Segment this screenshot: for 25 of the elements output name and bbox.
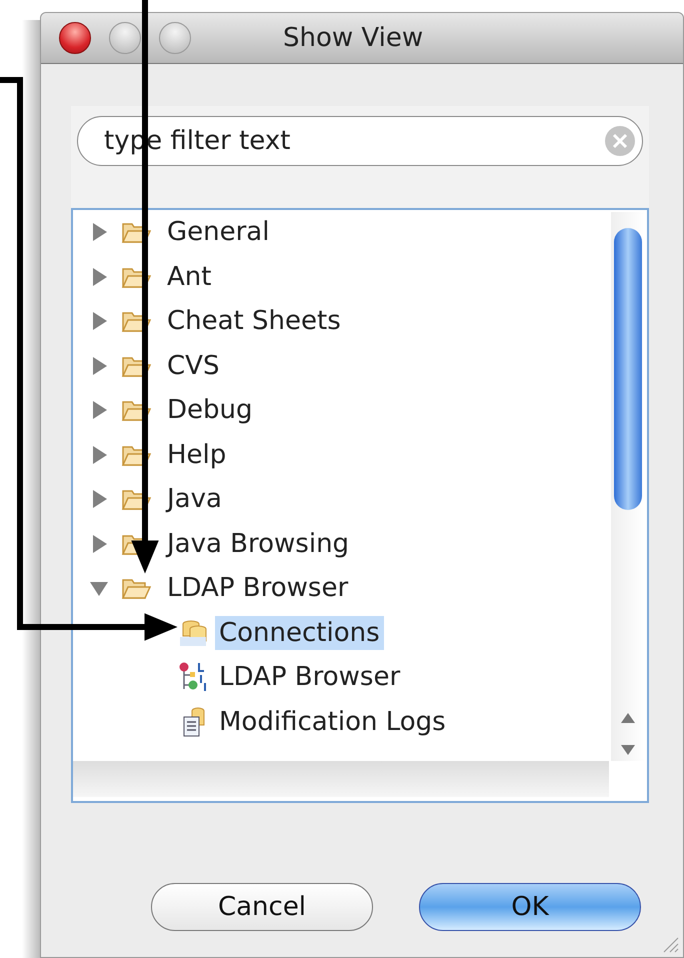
window-title: Show View	[283, 23, 424, 53]
cancel-button[interactable]: Cancel	[151, 883, 373, 931]
scroll-down-icon[interactable]	[621, 745, 635, 755]
tree-item[interactable]: General	[163, 215, 274, 250]
tree-item[interactable]: CVS	[163, 348, 224, 383]
tree-icon	[179, 661, 209, 694]
tree-item[interactable]: Java	[163, 482, 226, 516]
scroll-up-icon[interactable]	[621, 713, 635, 723]
tree-item[interactable]: Debug	[163, 393, 257, 428]
close-button[interactable]	[59, 22, 91, 54]
scroll-thumb[interactable]	[614, 228, 642, 510]
ok-button[interactable]: OK	[419, 883, 641, 931]
tree-item[interactable]: Connections	[215, 616, 384, 650]
database-icon	[179, 618, 209, 648]
tree-item[interactable]: Help	[163, 438, 230, 472]
tree-item[interactable]: Java Browsing	[163, 526, 354, 561]
zoom-button[interactable]	[159, 22, 191, 54]
tree-item[interactable]: Cheat Sheets	[163, 304, 345, 338]
horizontal-scrollbar[interactable]	[73, 761, 609, 797]
minimize-button[interactable]	[109, 22, 141, 54]
tree-item[interactable]: Modification Logs	[215, 704, 450, 739]
tree-item[interactable]: Ant	[163, 260, 216, 294]
tree-item[interactable]: LDAP Browser	[163, 571, 352, 606]
tree-item[interactable]: LDAP Browser	[215, 660, 404, 694]
scrollbar[interactable]	[611, 212, 645, 761]
